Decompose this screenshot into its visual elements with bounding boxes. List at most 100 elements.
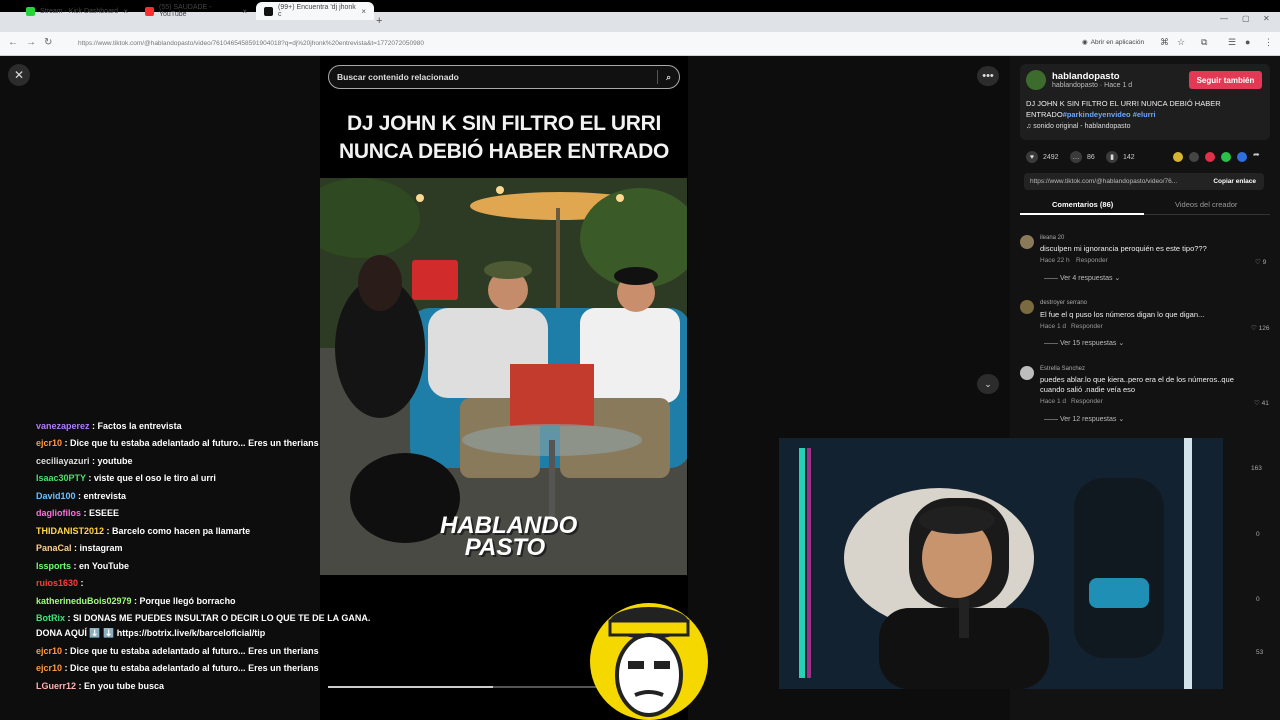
forward-icon[interactable]: → (26, 37, 36, 48)
minimize-icon[interactable]: — (1220, 14, 1228, 23)
chat-message: vanezaperez : Factos la entrevista (36, 421, 182, 431)
view-replies-label: Ver 15 respuestas (1059, 340, 1117, 347)
save-action[interactable]: ▮ 142 (1106, 151, 1135, 163)
comment-like-count[interactable]: 53 (1256, 649, 1263, 656)
translate-icon[interactable]: ⌘ (1160, 37, 1169, 48)
chat-separator: : (131, 596, 140, 606)
share-friends-icon[interactable] (1173, 152, 1183, 162)
like-action[interactable]: ♥ 2492 (1026, 151, 1059, 163)
comment-like-count[interactable]: 163 (1251, 465, 1262, 472)
comment-time: Hace 1 d (1040, 323, 1067, 330)
comment-like-count[interactable]: 0 (1256, 596, 1260, 603)
chat-separator: : (104, 526, 113, 536)
chat-username[interactable]: ceciliayazuri (36, 456, 90, 466)
chat-separator: : (62, 438, 71, 448)
chat-username[interactable]: David100 (36, 491, 76, 501)
facebook-icon[interactable] (1237, 152, 1247, 162)
comment-username[interactable]: Estrella Sanchez (1040, 366, 1085, 372)
share-url[interactable]: https://www.tiktok.com/@hablandopasto/vi… (1030, 178, 1177, 185)
author-avatar[interactable] (1026, 70, 1046, 90)
chat-username[interactable]: BotRix (36, 613, 65, 623)
comment-action[interactable]: … 86 (1070, 151, 1095, 163)
sidebar-icon[interactable]: ☰ (1228, 37, 1236, 48)
chat-username[interactable]: ejcr10 (36, 663, 62, 673)
tab-tiktok[interactable]: (99+) Encuentra 'dj jhonk c × (256, 2, 374, 20)
comment-username[interactable]: destroyer serrano (1040, 300, 1087, 306)
chat-username[interactable]: Issports (36, 561, 71, 571)
chat-separator: : (85, 473, 94, 483)
profile-icon[interactable]: ● (1245, 37, 1250, 47)
author-username[interactable]: hablandopasto (1052, 71, 1120, 82)
comment-like-count[interactable]: 0 (1256, 531, 1260, 538)
comment-avatar[interactable] (1020, 300, 1034, 314)
close-icon[interactable]: × (123, 7, 128, 16)
comment-like[interactable]: ♡ 41 (1254, 399, 1269, 407)
chat-username[interactable]: Isaac30PTY (36, 473, 86, 483)
comment-username[interactable]: ileana 20 (1040, 235, 1064, 241)
close-video-button[interactable]: ✕ (8, 64, 30, 86)
extensions-icon[interactable]: ⧉ (1201, 37, 1207, 48)
chat-message: THIDANIST2012 : Barcelo como hacen pa ll… (36, 526, 250, 536)
comments-count: 86 (1087, 153, 1095, 161)
chat-username[interactable]: PanaCal (36, 543, 72, 553)
url-field[interactable]: https://www.tiktok.com/@hablandopasto/vi… (60, 35, 1075, 52)
search-icon[interactable]: ⌕ (666, 72, 671, 83)
share-url-box: https://www.tiktok.com/@hablandopasto/vi… (1024, 173, 1264, 190)
star-icon[interactable]: ☆ (1177, 37, 1185, 48)
menu-icon[interactable]: ⋮ (1264, 37, 1273, 48)
next-video-button[interactable]: ⌄ (977, 374, 999, 394)
sound-link[interactable]: ♫ sonido original - hablandopasto (1026, 123, 1131, 130)
view-replies-button[interactable]: —— Ver 15 respuestas ⌄ (1044, 339, 1124, 347)
chat-text: viste que el oso le tiro al urri (93, 473, 216, 483)
streamer-webcam (779, 438, 1223, 689)
view-replies-button[interactable]: —— Ver 12 respuestas ⌄ (1044, 415, 1124, 423)
tab-title: (99+) Encuentra 'dj jhonk c (278, 4, 356, 18)
chat-username[interactable]: dagliofilos (36, 508, 81, 518)
follow-button[interactable]: Seguir también (1189, 71, 1262, 89)
maximize-icon[interactable]: ▢ (1242, 14, 1250, 23)
close-icon[interactable]: × (361, 7, 366, 16)
share-red-icon[interactable] (1205, 152, 1215, 162)
hashtags[interactable]: #parkindeyenvideo #elurri (1063, 110, 1156, 119)
open-in-app-button[interactable]: ◉ Abrir en aplicación (1082, 38, 1144, 47)
watermark-logo: HABLANDO PASTO (440, 512, 578, 561)
tab-creator-videos[interactable]: Videos del creador (1175, 200, 1237, 209)
chat-username[interactable]: LGuerr12 (36, 681, 76, 691)
view-replies-button[interactable]: —— Ver 4 respuestas ⌄ (1044, 274, 1120, 282)
embed-icon[interactable] (1189, 152, 1199, 162)
related-search-input[interactable]: Buscar contenido relacionado ⌕ (328, 65, 680, 89)
tab-kick[interactable]: Stream · Kick Dashboard × (18, 2, 136, 20)
new-tab-button[interactable]: + (376, 15, 382, 27)
back-icon[interactable]: ← (8, 37, 18, 48)
chat-username[interactable]: ejcr10 (36, 438, 62, 448)
chat-separator: : (75, 491, 84, 501)
chat-username[interactable]: THIDANIST2012 (36, 526, 104, 536)
more-options-button[interactable]: ••• (977, 66, 999, 86)
chat-username[interactable]: vanezaperez (36, 421, 90, 431)
chat-text: ESEEE (89, 508, 120, 518)
comment-avatar[interactable] (1020, 366, 1034, 380)
chat-username[interactable]: katherineduBois02979 (36, 596, 132, 606)
reload-icon[interactable]: ↻ (44, 37, 52, 48)
copy-link-button[interactable]: Copiar enlace (1213, 178, 1256, 185)
comment-avatar[interactable] (1020, 235, 1034, 249)
chat-username[interactable]: ejcr10 (36, 646, 62, 656)
close-icon[interactable]: × (242, 7, 247, 16)
saves-count: 142 (1123, 153, 1135, 161)
tab-youtube[interactable]: (55) SAUDADE - YouTube × (137, 2, 255, 20)
comment-like[interactable]: ♡ 126 (1251, 324, 1270, 332)
chat-username[interactable]: ruios1630 (36, 578, 78, 588)
share-arrow-icon[interactable]: ➦ (1253, 150, 1263, 160)
tiktok-icon (264, 6, 273, 16)
chat-message: ceciliayazuri : youtube (36, 456, 133, 466)
whatsapp-icon[interactable] (1221, 152, 1231, 162)
comment-like[interactable]: ♡ 9 (1255, 258, 1266, 266)
reply-button[interactable]: Responder (1076, 257, 1108, 264)
chat-text: DONA AQUÍ ⬇️ ⬇️ https://botrix.live/k/ba… (36, 628, 266, 638)
window-close-icon[interactable]: ✕ (1263, 14, 1270, 23)
reply-button[interactable]: Responder (1071, 398, 1103, 405)
chat-text: Dice que tu estaba adelantado al futuro.… (70, 646, 319, 656)
reply-button[interactable]: Responder (1071, 323, 1103, 330)
chat-text: en YouTube (79, 561, 130, 571)
tab-comments[interactable]: Comentarios (86) (1052, 200, 1113, 209)
